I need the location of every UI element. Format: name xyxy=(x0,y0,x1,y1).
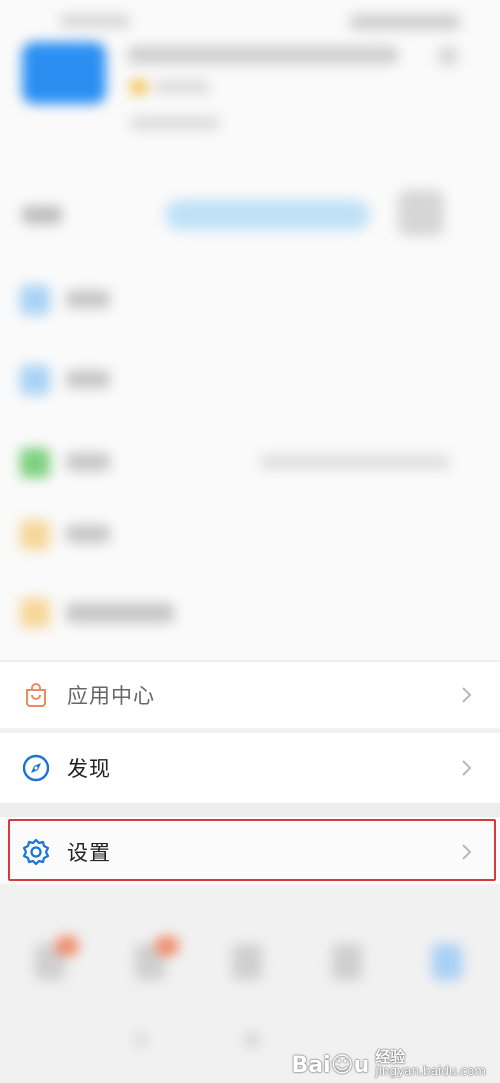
menu-item-app-center[interactable]: 应用中心 xyxy=(0,662,500,728)
watermark-chinese: 经验 xyxy=(375,1048,406,1066)
menu-item-label: 发现 xyxy=(67,757,111,781)
compass-icon xyxy=(22,754,50,782)
menu-item-discover[interactable]: 发现 xyxy=(0,733,500,803)
shopping-bag-icon xyxy=(22,681,50,709)
divider xyxy=(0,730,500,732)
chevron-right-icon xyxy=(460,756,474,780)
baidu-jingyan-watermark: Bai☺u 经验 jingyan.baidu.com xyxy=(291,1049,486,1077)
watermark-logo: Bai☺u xyxy=(291,1053,370,1078)
section-gap xyxy=(0,803,500,817)
watermark-url: jingyan.baidu.com xyxy=(375,1064,486,1078)
chevron-right-icon xyxy=(460,683,474,707)
blurred-profile-section xyxy=(0,0,500,660)
menu-item-label: 应用中心 xyxy=(67,684,155,708)
watermark-text: 经验 jingyan.baidu.com xyxy=(375,1049,486,1077)
highlight-box xyxy=(8,819,496,881)
